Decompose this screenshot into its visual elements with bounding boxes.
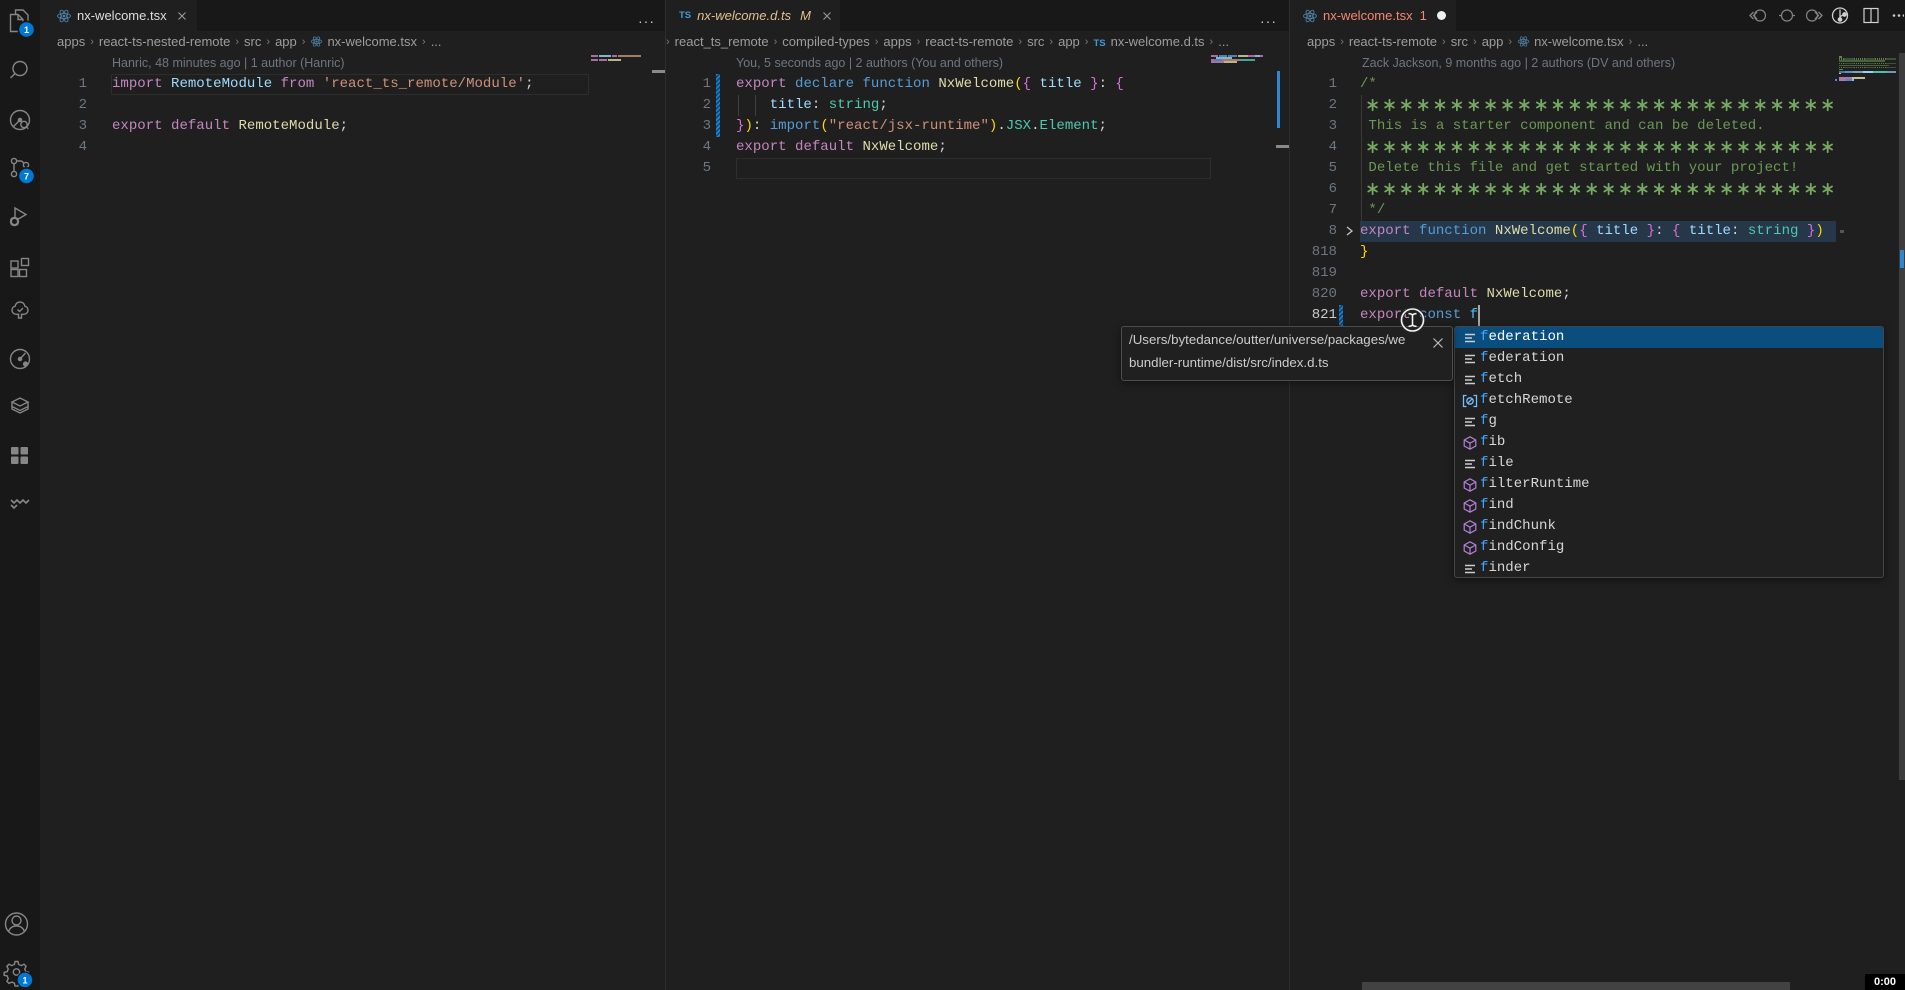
svg-text:7: 7 <box>24 172 29 182</box>
svg-text:1: 1 <box>24 25 29 35</box>
svg-text:1: 1 <box>22 976 27 986</box>
